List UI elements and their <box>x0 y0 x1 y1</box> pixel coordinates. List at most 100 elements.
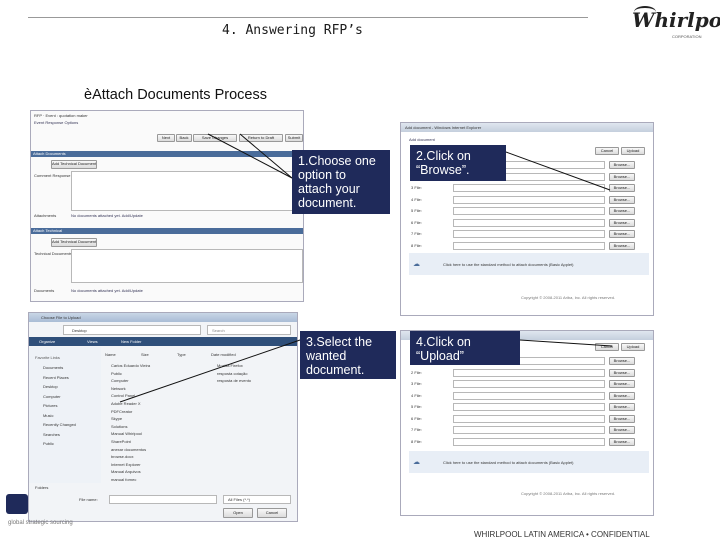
file-item[interactable]: Public <box>111 371 122 376</box>
file-path-input[interactable] <box>453 241 605 250</box>
rfp-next-button[interactable]: Next <box>157 134 175 142</box>
browse-button[interactable]: Browse... <box>609 241 635 250</box>
file-path-input[interactable] <box>453 403 605 411</box>
file-row-label: 5 File: <box>411 208 422 213</box>
add-doc-subheader: Add document <box>409 137 435 142</box>
file-item[interactable]: Carlos Eduardo Vieira <box>111 363 150 368</box>
organize-button[interactable]: Organize <box>39 339 55 344</box>
file-path-input[interactable] <box>453 207 605 215</box>
browse-button[interactable]: Browse... <box>609 195 635 204</box>
favorite-link[interactable]: Computer <box>43 394 61 399</box>
favorites-header: Favorite Links <box>35 355 60 360</box>
add-doc-cancel-button[interactable]: Cancel <box>595 147 619 155</box>
file-type-select[interactable]: All Files (*.*) <box>223 495 291 504</box>
browse-button[interactable]: Browse... <box>609 218 635 227</box>
add-doc-upload-button[interactable]: Upload <box>621 147 645 155</box>
rfp-section-bar-1: Attach Documents <box>31 151 303 157</box>
file-item[interactable]: Manual Whirlpool <box>111 431 142 436</box>
favorite-link[interactable]: Desktop <box>43 384 58 389</box>
file-path-input[interactable] <box>453 391 605 400</box>
callout-choose-option: 1.Choose one option to attach your document… <box>292 150 390 214</box>
rfp-technical-box[interactable] <box>71 249 303 283</box>
favorite-link[interactable]: Recent Places <box>43 375 69 380</box>
favorite-link[interactable]: Searches <box>43 432 60 437</box>
rfp-tech-attachments-value[interactable]: No documents attached yet. Add/Update <box>71 288 143 293</box>
file-item[interactable]: browse.docx <box>111 454 133 459</box>
file-dialog-search-placeholder: Search <box>212 328 225 333</box>
new-folder-button[interactable]: New Folder <box>121 339 141 344</box>
file-item[interactable]: Manual Arquivos <box>111 469 141 474</box>
file-upload-dialog: Choose File to Upload Desktop Search Org… <box>28 312 298 522</box>
add-doc-bottom-upload-button[interactable]: Upload <box>621 343 645 351</box>
add-doc-bottom-info-text[interactable]: Click here to use the standard method to… <box>443 460 574 465</box>
callout-line: document. <box>306 363 365 377</box>
views-button[interactable]: Views <box>87 339 98 344</box>
add-doc-info-text[interactable]: Click here to use the standard method to… <box>443 262 574 267</box>
file-item[interactable]: anexar documentos <box>111 447 146 452</box>
file-row-label: 6 File: <box>411 219 422 225</box>
browse-button[interactable]: Browse... <box>609 426 635 434</box>
file-item[interactable]: resposta de evento <box>217 378 251 383</box>
browse-button[interactable]: Browse... <box>609 357 635 365</box>
rfp-attachments-value[interactable]: No documents attached yet. Add/Update <box>71 213 143 218</box>
favorite-link[interactable]: Music <box>43 413 53 418</box>
file-item[interactable]: manual fornec <box>111 477 136 482</box>
file-item[interactable]: SharePoint <box>111 439 131 444</box>
rfp-save-button[interactable]: Save Changes <box>193 134 237 142</box>
add-doc-bottom-cancel-button[interactable]: Cancel <box>595 343 619 351</box>
file-item[interactable]: resposta cotação <box>217 371 247 376</box>
browse-button[interactable]: Browse... <box>609 184 635 192</box>
favorite-link[interactable]: Documents <box>43 365 63 370</box>
col-date[interactable]: Date modified <box>211 352 236 357</box>
rfp-back-button[interactable]: Back <box>176 134 192 142</box>
browse-button[interactable]: Browse... <box>609 207 635 215</box>
favorite-link[interactable]: Pictures <box>43 403 57 408</box>
file-item[interactable]: Skype <box>111 416 122 421</box>
col-type[interactable]: Type <box>177 352 186 357</box>
folders-label[interactable]: Folders <box>35 485 48 490</box>
slide-title: 4. Answering RFP’s <box>222 23 363 38</box>
browse-button[interactable]: Browse... <box>609 414 635 423</box>
file-path-input[interactable] <box>453 184 605 192</box>
file-item[interactable]: Network <box>111 386 126 391</box>
file-path-input[interactable] <box>453 230 605 238</box>
browse-button[interactable]: Browse... <box>609 391 635 400</box>
file-path-input[interactable] <box>453 380 605 388</box>
whirlpool-logo: Whirlpool CORPORATION <box>632 6 720 42</box>
browse-button[interactable]: Browse... <box>609 230 635 238</box>
cancel-button[interactable]: Cancel <box>257 508 287 518</box>
file-path-input[interactable] <box>453 368 605 377</box>
file-item[interactable]: Solutions <box>111 424 127 429</box>
rfp-attach-button-1[interactable]: Add Technical Documents <box>51 160 97 169</box>
file-path-input[interactable] <box>453 437 605 446</box>
file-path-input[interactable] <box>453 218 605 227</box>
open-button[interactable]: Open <box>223 508 253 518</box>
file-path-input[interactable] <box>453 426 605 434</box>
rfp-attach-button-2[interactable]: Add Technical Documents <box>51 238 97 247</box>
col-size[interactable]: Size <box>141 352 149 357</box>
file-name-input[interactable] <box>109 495 217 504</box>
file-item[interactable]: Internet Explorer <box>111 462 141 467</box>
browse-button[interactable]: Browse... <box>609 172 635 181</box>
favorite-link[interactable]: Recently Changed <box>43 422 76 427</box>
file-path-input[interactable] <box>453 414 605 423</box>
browse-button[interactable]: Browse... <box>609 161 635 169</box>
col-name[interactable]: Name <box>105 352 116 357</box>
file-item[interactable]: PDFCreator <box>111 409 132 414</box>
file-dialog-search[interactable]: Search <box>207 325 291 335</box>
file-item[interactable]: Mozilla Firefox <box>217 363 243 368</box>
browse-button[interactable]: Browse... <box>609 437 635 446</box>
rfp-submit-button[interactable]: Submit <box>285 134 303 142</box>
file-path-input[interactable] <box>453 195 605 204</box>
file-dialog-location[interactable]: Desktop <box>63 325 201 335</box>
browse-button[interactable]: Browse... <box>609 380 635 388</box>
browse-button[interactable]: Browse... <box>609 403 635 411</box>
rfp-return-button[interactable]: Return to Draft <box>239 134 283 142</box>
rfp-comments-box[interactable] <box>71 171 297 211</box>
file-item[interactable]: Control Panel <box>111 393 135 398</box>
rfp-section-2-label: Attach Technical <box>33 228 63 233</box>
favorite-link[interactable]: Public <box>43 441 54 446</box>
file-item[interactable]: Computer <box>111 378 129 383</box>
browse-button[interactable]: Browse... <box>609 368 635 377</box>
file-item[interactable]: Adobe Reader X <box>111 401 141 406</box>
